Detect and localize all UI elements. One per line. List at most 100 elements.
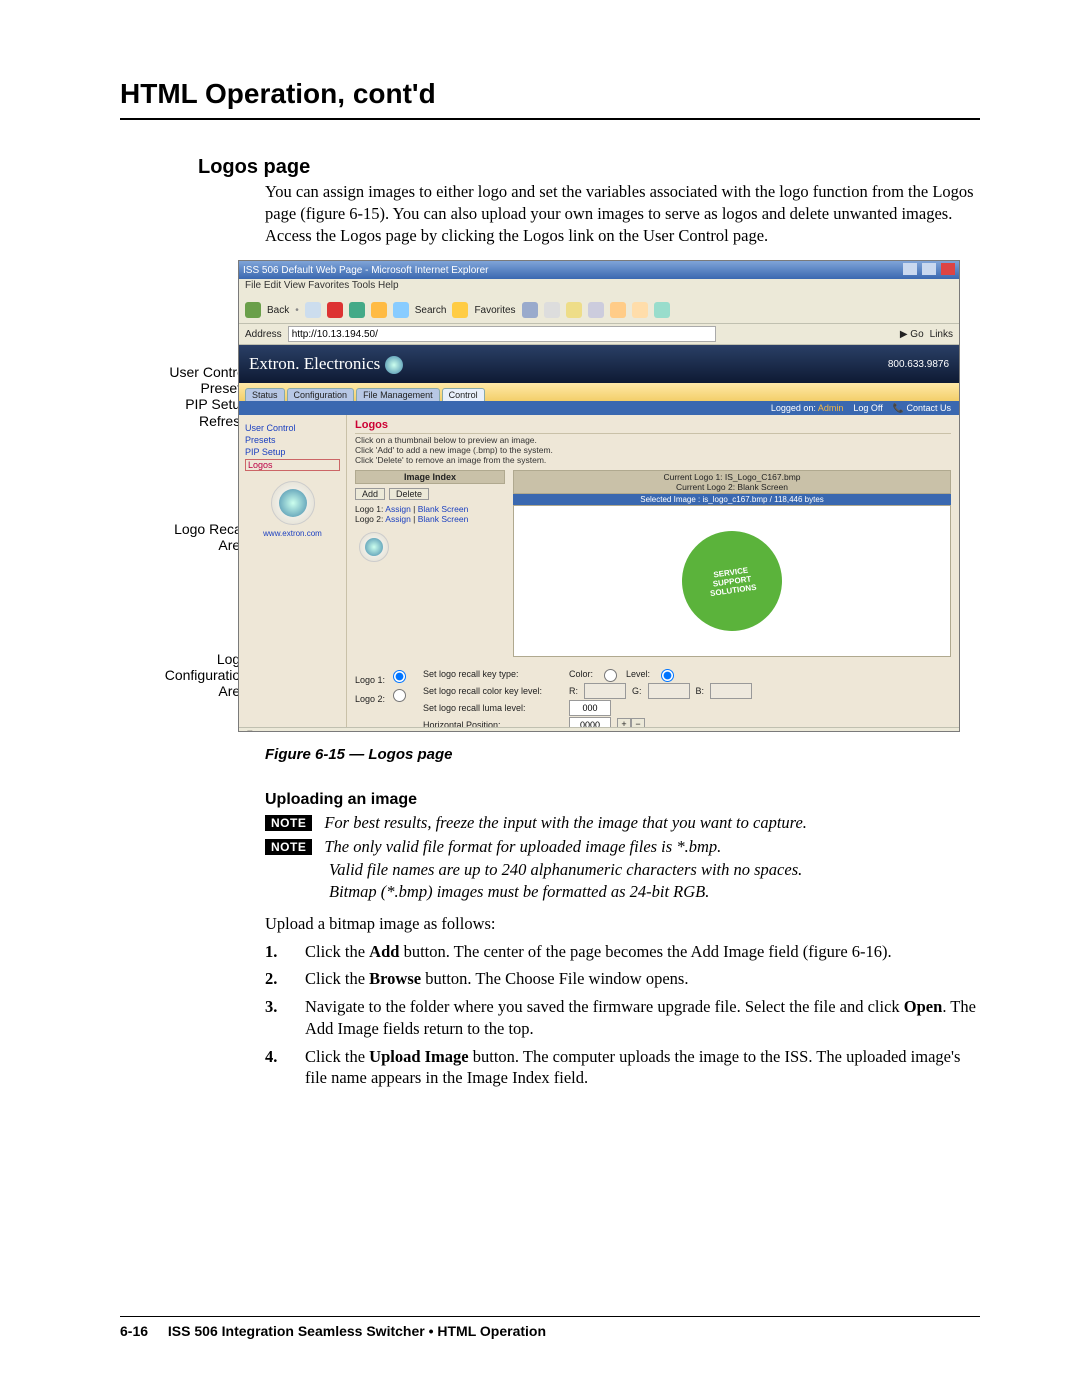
b-field[interactable] (710, 683, 752, 699)
edit-icon[interactable] (588, 302, 604, 318)
sidebar-pip-setup[interactable]: PIP Setup (245, 447, 340, 457)
delete-button[interactable]: Delete (389, 488, 429, 500)
maximize-icon[interactable] (922, 263, 936, 275)
logo1-radio[interactable] (393, 670, 406, 683)
upload-steps: 1.Click the Add button. The center of th… (265, 941, 980, 1090)
contact-link[interactable]: 📞 Contact Us (893, 403, 951, 414)
tab-configuration[interactable]: Configuration (287, 388, 355, 401)
logo2-assign-link[interactable]: Assign (385, 514, 411, 524)
window-titlebar: ISS 506 Default Web Page - Microsoft Int… (239, 261, 959, 279)
tab-file-management[interactable]: File Management (356, 388, 440, 401)
callout-refresh: Refresh (156, 413, 248, 429)
print-icon[interactable] (566, 302, 582, 318)
key-level-radio[interactable] (661, 669, 674, 682)
section-body-logos: You can assign images to either logo and… (265, 181, 980, 246)
callout-logo-recall-2: Area (156, 537, 248, 553)
links-label[interactable]: Links (930, 329, 953, 340)
hpos-field[interactable] (569, 717, 611, 728)
step-2: Click the Browse button. The Choose File… (305, 968, 980, 990)
hpos-up[interactable]: + (617, 718, 631, 728)
rule-top (120, 118, 980, 120)
close-icon[interactable] (941, 263, 955, 275)
messenger-icon[interactable] (654, 302, 670, 318)
status-zone: 🖥 Local intranet (883, 731, 951, 733)
step-num: 4. (265, 1046, 305, 1090)
g-field[interactable] (648, 683, 690, 699)
tab-status[interactable]: Status (245, 388, 285, 401)
logo1-blank-link[interactable]: Blank Screen (418, 504, 469, 514)
favorites-label[interactable]: Favorites (474, 305, 515, 316)
search-icon[interactable] (393, 302, 409, 318)
step-num: 2. (265, 968, 305, 990)
r-field[interactable] (584, 683, 626, 699)
luma-field[interactable] (569, 700, 611, 716)
sidebar-logos-active[interactable]: Logos (245, 459, 340, 471)
home-icon[interactable] (371, 302, 387, 318)
role-admin: Admin (818, 403, 844, 413)
logo1-assign-link[interactable]: Assign (385, 504, 411, 514)
minimize-icon[interactable] (903, 263, 917, 275)
note-2: NOTE The only valid file format for uplo… (265, 837, 980, 857)
image-index-panel: Image Index Add Delete Logo 1: Assign | … (355, 470, 505, 657)
callout-logo-config-2: Configuration (156, 667, 248, 683)
address-label: Address (245, 329, 282, 340)
footer-rule (120, 1316, 980, 1317)
browser-toolbar[interactable]: Back • Search Favorites (239, 297, 959, 324)
search-label[interactable]: Search (415, 305, 447, 316)
page-number: 6-16 (120, 1323, 148, 1339)
window-title: ISS 506 Default Web Page - Microsoft Int… (243, 265, 489, 276)
extron-globe-icon (279, 489, 307, 517)
note-1: NOTE For best results, freeze the input … (265, 813, 980, 833)
menu-bar[interactable]: File Edit View Favorites Tools Help (239, 279, 959, 297)
back-label[interactable]: Back (267, 305, 289, 316)
index-thumb[interactable] (359, 532, 389, 562)
brand-banner: Extron. Electronics 800.633.9876 (239, 345, 959, 383)
add-button[interactable]: Add (355, 488, 385, 500)
note-badge: NOTE (265, 815, 312, 831)
history-icon[interactable] (522, 302, 538, 318)
selected-image-info: Selected Image : is_logo_c167.bmp / 118,… (513, 494, 951, 505)
key-color-radio[interactable] (604, 669, 617, 682)
logo2-radio[interactable] (393, 689, 406, 702)
callout-user-control: User Control (156, 364, 248, 380)
note-badge: NOTE (265, 839, 312, 855)
extron-globe-icon (365, 538, 383, 556)
preview-panel: Current Logo 1: IS_Logo_C167.bmp Current… (513, 470, 951, 657)
sidebar-user-control[interactable]: User Control (245, 423, 340, 433)
refresh-icon[interactable] (349, 302, 365, 318)
footer-text: ISS 506 Integration Seamless Switcher • … (168, 1323, 546, 1339)
service-support-badge-icon: SERVICESUPPORTSOLUTIONS (676, 524, 789, 637)
brand-text: Extron. Electronics (249, 354, 403, 374)
figure-6-15: User Control Presets PIP Setup Refresh L… (120, 260, 980, 732)
logo2-blank-link[interactable]: Blank Screen (418, 514, 469, 524)
logoff-link[interactable]: Log Off (853, 403, 882, 413)
sidebar-presets[interactable]: Presets (245, 435, 340, 445)
step-num: 3. (265, 996, 305, 1040)
page-footer: 6-16 ISS 506 Integration Seamless Switch… (120, 1316, 980, 1339)
back-icon[interactable] (245, 302, 261, 318)
favorites-icon[interactable] (452, 302, 468, 318)
window-buttons[interactable] (901, 263, 955, 278)
folder-icon[interactable] (610, 302, 626, 318)
go-button[interactable]: ▶ Go (900, 329, 924, 340)
discuss-icon[interactable] (632, 302, 648, 318)
step-num: 1. (265, 941, 305, 963)
stop-icon[interactable] (327, 302, 343, 318)
sidebar-logo-thumb[interactable] (271, 481, 315, 525)
step-3: Navigate to the folder where you saved t… (305, 996, 980, 1040)
mail-icon[interactable] (544, 302, 560, 318)
callout-presets: Presets (156, 380, 248, 396)
address-input[interactable] (288, 326, 716, 342)
address-bar: Address ▶ Go Links (239, 324, 959, 345)
sidebar-thumb-label[interactable]: www.extron.com (245, 529, 340, 538)
screenshot-browser-window: ISS 506 Default Web Page - Microsoft Int… (238, 260, 960, 732)
callout-labels: User Control Presets PIP Setup Refresh L… (156, 364, 248, 699)
panel-hint: Click on a thumbnail below to preview an… (355, 436, 951, 465)
step-1: Click the Add button. The center of the … (305, 941, 980, 963)
section-heading-logos: Logos page (198, 156, 980, 179)
tab-control[interactable]: Control (442, 388, 485, 401)
forward-icon[interactable] (305, 302, 321, 318)
sub-status-bar: Logged on: Admin Log Off 📞 Contact Us (239, 401, 959, 415)
hpos-down[interactable]: − (631, 718, 645, 728)
step-4: Click the Upload Image button. The compu… (305, 1046, 980, 1090)
